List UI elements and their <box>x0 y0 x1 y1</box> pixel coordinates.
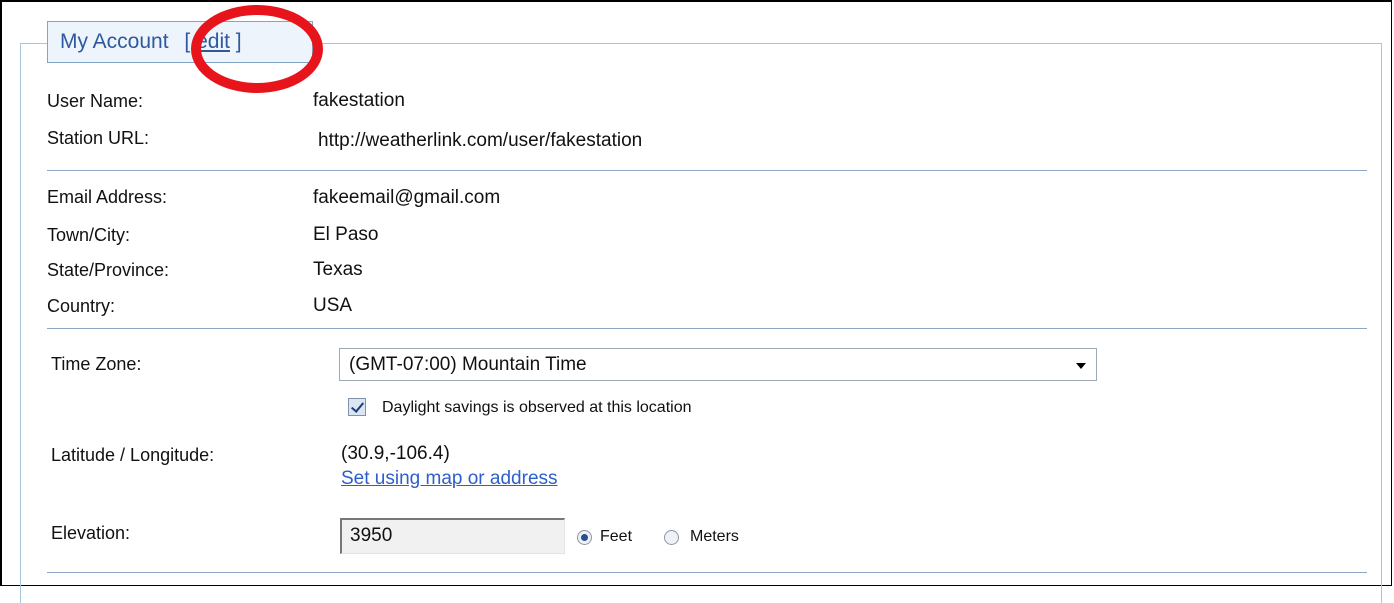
panel-title: My Account <box>60 30 169 53</box>
elevation-input[interactable]: 3950 <box>340 518 565 554</box>
feet-radio[interactable] <box>577 530 592 545</box>
dst-checkbox[interactable] <box>348 398 366 416</box>
latlon-label: Latitude / Longitude: <box>51 445 215 465</box>
account-fieldset <box>20 43 1382 603</box>
state-value: Texas <box>313 259 363 280</box>
user-name-label: User Name: <box>47 91 144 111</box>
elevation-label: Elevation: <box>51 523 131 543</box>
section-divider <box>47 328 1367 329</box>
set-map-link[interactable]: Set using map or address <box>341 468 558 490</box>
time-zone-label: Time Zone: <box>51 354 142 374</box>
country-label: Country: <box>47 296 116 316</box>
town-label: Town/City: <box>47 225 131 245</box>
station-url-value: http://weatherlink.com/user/fakestation <box>318 130 643 151</box>
email-value: fakeemail@gmail.com <box>313 187 501 208</box>
edit-bracket-group: [ edit ] <box>184 30 241 53</box>
country-value: USA <box>313 295 353 316</box>
section-divider <box>47 170 1367 171</box>
email-label: Email Address: <box>47 187 168 207</box>
edit-close-bracket: ] <box>235 30 242 53</box>
meters-label: Meters <box>690 528 739 545</box>
panel-legend: My Account [ edit ] <box>47 21 313 63</box>
edit-open-bracket: [ <box>184 30 191 53</box>
time-zone-selected: (GMT-07:00) Mountain Time <box>349 354 587 375</box>
user-name-value: fakestation <box>313 90 405 111</box>
station-url-label: Station URL: <box>47 128 150 148</box>
time-zone-select[interactable]: (GMT-07:00) Mountain Time <box>339 348 1097 381</box>
bottom-divider <box>47 572 1367 573</box>
edit-link[interactable]: edit <box>196 30 230 53</box>
latlon-value: (30.9,-106.4) <box>341 443 450 464</box>
chevron-down-icon <box>1076 363 1086 369</box>
dst-label: Daylight savings is observed at this loc… <box>382 399 692 416</box>
state-label: State/Province: <box>47 260 170 280</box>
town-value: El Paso <box>313 224 379 245</box>
feet-label: Feet <box>600 528 633 545</box>
meters-radio[interactable] <box>664 530 679 545</box>
